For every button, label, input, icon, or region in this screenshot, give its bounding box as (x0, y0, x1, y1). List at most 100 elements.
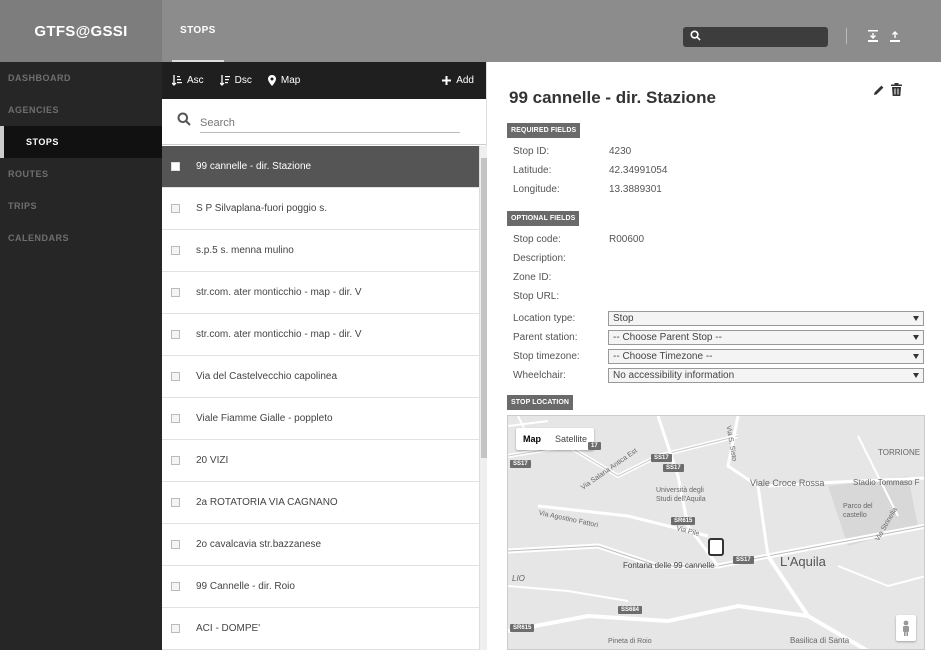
add-stop-button[interactable]: Add (442, 75, 474, 86)
header-search[interactable] (683, 27, 828, 47)
road-tag: 17 (588, 442, 601, 450)
stop-checkbox[interactable] (171, 372, 180, 381)
field-latitude: Latitude: 42.34991054 (513, 162, 925, 179)
stop-checkbox[interactable] (171, 582, 180, 591)
field-value[interactable]: 42.34991054 (609, 165, 667, 176)
field-location-type: Location type: Stop (513, 310, 925, 327)
map-label-basilica: Basilica di Santa (790, 636, 850, 645)
stop-checkbox[interactable] (171, 162, 180, 171)
road-tag: SR615 (510, 624, 535, 632)
optional-fields-heading: OPTIONAL FIELDS (507, 211, 580, 226)
export-icon[interactable] (888, 28, 902, 44)
trash-icon[interactable] (891, 83, 902, 96)
road-tag: SS17 (663, 464, 684, 472)
list-toolbar: Asc Dsc Map Add (162, 62, 486, 99)
stop-list-item[interactable]: str.com. ater monticchio - map - dir. V (162, 272, 481, 314)
caret-down-icon (913, 373, 919, 378)
sidebar-item-agencies[interactable]: AGENCIES (0, 94, 162, 126)
stop-name: str.com. ater monticchio - map - dir. V (196, 329, 362, 340)
stop-list-item[interactable]: s.p.5 s. menna mulino (162, 230, 481, 272)
stop-list-item[interactable]: Viale Fiamme Gialle - poppleto (162, 398, 481, 440)
stop-checkbox[interactable] (171, 204, 180, 213)
sidebar-item-stops[interactable]: STOPS (0, 126, 162, 158)
stop-checkbox[interactable] (171, 624, 180, 633)
stop-list-item[interactable]: 2o cavalcavia str.bazzanese (162, 524, 481, 566)
topnav-tab-stops[interactable]: STOPS (172, 0, 224, 62)
field-longitude: Longitude: 13.3889301 (513, 181, 925, 198)
wheelchair-select[interactable]: No accessibility information (608, 368, 924, 383)
road-tag: SS684 (618, 606, 643, 614)
select-value: No accessibility information (613, 370, 735, 381)
field-label: Wheelchair: (513, 370, 566, 381)
field-stop-id: Stop ID: 4230 (513, 143, 925, 160)
sidebar-item-dashboard[interactable]: DASHBOARD (0, 62, 162, 94)
map-label-laquila: L'Aquila (780, 554, 826, 569)
search-icon (690, 30, 701, 41)
field-value[interactable]: 13.3889301 (609, 184, 662, 195)
stop-name: Via del Castelvecchio capolinea (196, 371, 338, 382)
map-type-map[interactable]: Map (516, 434, 548, 444)
sort-asc-button[interactable]: Asc (172, 75, 204, 86)
stop-list-item[interactable]: S P Silvaplana-fuori poggio s. (162, 188, 481, 230)
plus-icon (442, 76, 452, 85)
stop-list-item[interactable]: 99 cannelle - dir. Stazione (162, 146, 481, 188)
map-label-torrione: TORRIONE (878, 448, 921, 457)
stop-list-item[interactable]: 20 VIZI (162, 440, 481, 482)
field-value[interactable]: 4230 (609, 146, 631, 157)
list-search-input[interactable] (200, 113, 460, 133)
road-tag: SS17 (651, 454, 672, 462)
stop-name: str.com. ater monticchio - map - dir. V (196, 287, 362, 298)
caret-down-icon (913, 335, 919, 340)
map-button[interactable]: Map (267, 75, 300, 86)
sidebar-item-routes[interactable]: ROUTES (0, 158, 162, 190)
location-type-select[interactable]: Stop (608, 311, 924, 326)
parent-station-select[interactable]: -- Choose Parent Stop -- (608, 330, 924, 345)
stop-detail-panel: 99 cannelle - dir. Stazione REQUIRED FIE… (487, 62, 941, 650)
stop-checkbox[interactable] (171, 540, 180, 549)
sort-asc-label: Asc (187, 75, 204, 86)
app-brand[interactable]: GTFS@GSSI (0, 0, 162, 62)
street-view-pegman-icon[interactable] (896, 615, 916, 641)
map-type-toggle[interactable]: Map Satellite (516, 428, 595, 450)
field-label: Parent station: (513, 332, 578, 343)
sort-dsc-icon (219, 75, 230, 86)
search-icon (177, 112, 191, 126)
import-icon[interactable] (866, 28, 880, 44)
stop-checkbox[interactable] (171, 456, 180, 465)
stop-list-item[interactable]: str.com. ater monticchio - map - dir. V (162, 314, 481, 356)
stop-checkbox[interactable] (171, 246, 180, 255)
bus-stop-marker-icon[interactable] (708, 538, 724, 556)
stop-name: 99 cannelle - dir. Stazione (196, 161, 312, 172)
stop-list-item[interactable]: 99 Cannelle - dir. Roio (162, 566, 481, 608)
stop-timezone-select[interactable]: -- Choose Timezone -- (608, 349, 924, 364)
stop-list-item[interactable]: 2a ROTATORIA VIA CAGNANO (162, 482, 481, 524)
stop-checkbox[interactable] (171, 288, 180, 297)
map-base (508, 416, 924, 649)
field-stop-timezone: Stop timezone: -- Choose Timezone -- (513, 348, 925, 365)
sort-dsc-label: Dsc (234, 75, 252, 86)
sort-dsc-button[interactable]: Dsc (219, 75, 252, 86)
map-label-universita: Università degli Studi dell'Aquila (656, 487, 706, 503)
stop-checkbox[interactable] (171, 414, 180, 423)
sidebar-item-trips[interactable]: TRIPS (0, 190, 162, 222)
stop-location-map[interactable]: Map Satellite TORRIONE Viale Croce Rossa… (507, 415, 925, 650)
stop-list-item[interactable]: ACI - DOMPE' (162, 608, 481, 650)
header-search-input[interactable] (705, 29, 823, 45)
top-nav: STOPS (172, 0, 224, 62)
stop-checkbox[interactable] (171, 498, 180, 507)
map-marker-icon (267, 75, 276, 86)
stop-name: 2o cavalcavia str.bazzanese (196, 539, 322, 550)
field-stop-code: Stop code: R00600 (513, 231, 925, 248)
map-label-fontana: Fontana delle 99 cannelle (623, 561, 715, 570)
road-tag: SS17 (510, 460, 531, 468)
stop-list-item[interactable]: Via del Castelvecchio capolinea (162, 356, 481, 398)
list-search (162, 99, 486, 145)
stop-checkbox[interactable] (171, 330, 180, 339)
add-label: Add (456, 75, 474, 86)
sidebar-item-calendars[interactable]: CALENDARS (0, 222, 162, 254)
field-value[interactable]: R00600 (609, 234, 644, 245)
select-value: -- Choose Timezone -- (613, 351, 713, 362)
map-label-viale-croce-rossa: Viale Croce Rossa (750, 478, 825, 488)
pencil-icon[interactable] (873, 84, 885, 96)
select-value: Stop (613, 313, 634, 324)
